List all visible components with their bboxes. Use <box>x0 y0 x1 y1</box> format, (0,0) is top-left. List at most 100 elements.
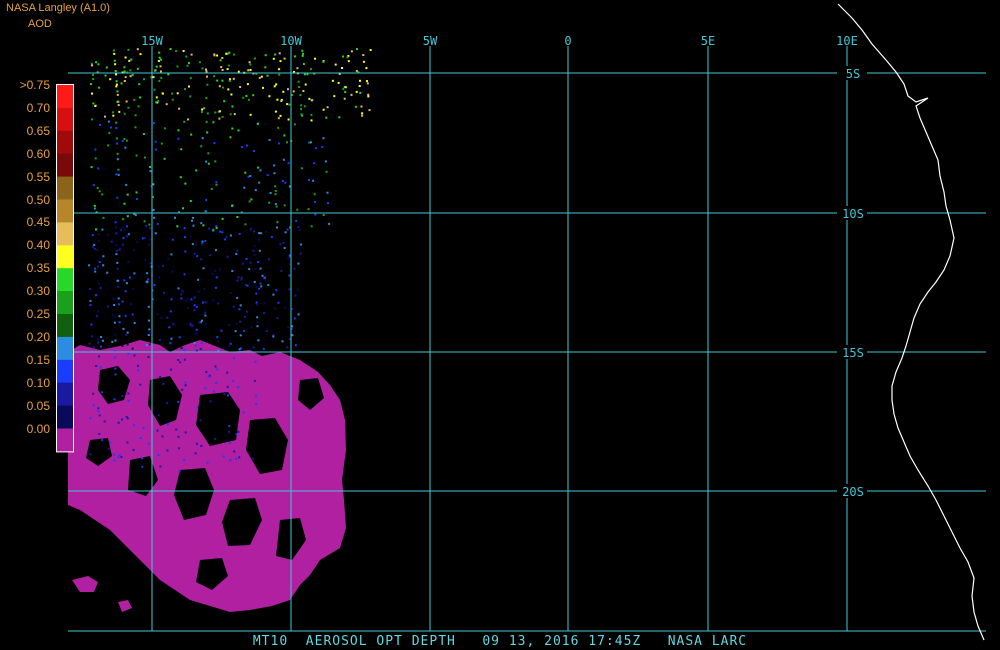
aod-pixel <box>190 133 193 136</box>
aod-pixel <box>121 139 124 142</box>
aod-pixel <box>159 376 161 378</box>
aod-pixel <box>264 54 267 57</box>
aod-pixel <box>170 337 173 340</box>
aod-pixel <box>91 92 93 95</box>
aod-pixel <box>215 183 218 186</box>
aod-pixel <box>287 162 290 165</box>
aod-pixel <box>127 233 130 236</box>
aod-pixel <box>116 196 119 199</box>
aod-pixel <box>288 103 291 106</box>
aod-pixel <box>163 127 166 130</box>
aod-pixel <box>126 225 128 228</box>
aod-pixel <box>248 200 251 203</box>
aod-pixel <box>113 315 116 318</box>
aod-pixel <box>180 293 183 296</box>
aod-pixel <box>197 278 200 281</box>
aod-pixel <box>139 383 142 386</box>
aod-pixel <box>216 336 219 339</box>
aod-pixel <box>218 117 221 120</box>
aod-pixel <box>126 215 129 218</box>
aod-pixel <box>226 371 229 374</box>
aod-pixel <box>216 54 219 57</box>
aod-pixel <box>157 414 160 417</box>
aod-pixel <box>124 56 127 59</box>
aod-pixel <box>246 144 248 147</box>
aod-pixel <box>204 314 207 317</box>
aod-pixel <box>283 247 286 249</box>
aod-pixel <box>310 99 313 102</box>
aod-pixel <box>254 360 257 363</box>
aod-pixel <box>195 243 198 246</box>
aod-pixel <box>191 219 193 222</box>
aod-pixel <box>369 49 372 51</box>
aod-pixel <box>123 138 126 140</box>
aod-pixel <box>229 136 232 139</box>
aod-pixel <box>116 90 119 93</box>
aod-pixel <box>107 234 110 237</box>
aod-pixel <box>183 120 186 123</box>
aod-pixel <box>240 276 243 279</box>
aod-pixel <box>106 271 109 274</box>
aod-pixel <box>147 334 150 336</box>
aod-pixel <box>126 235 129 238</box>
aod-pixel <box>122 237 125 239</box>
aod-pixel <box>266 174 269 177</box>
aod-pixel <box>115 173 118 176</box>
aod-pixel <box>114 63 117 66</box>
aod-pixel <box>158 276 161 279</box>
aod-pixel <box>178 447 180 450</box>
aod-pixel <box>204 323 207 325</box>
aod-pixel <box>109 78 112 81</box>
legend-swatch <box>57 222 73 246</box>
aod-pixel <box>308 179 310 181</box>
aod-pixel <box>298 228 301 231</box>
aod-pixel <box>117 303 120 306</box>
aod-pixel <box>240 278 243 281</box>
aod-pixel <box>143 237 146 239</box>
aod-pixel <box>133 424 136 427</box>
aod-pixel <box>89 453 92 456</box>
aod-pixel <box>244 171 247 174</box>
aod-pixel <box>226 68 229 71</box>
aod-pixel <box>118 110 121 113</box>
aod-pixel <box>159 70 162 73</box>
aod-pixel <box>88 342 91 345</box>
aod-pixel <box>224 238 227 241</box>
aod-pixel <box>360 105 363 108</box>
aod-pixel <box>219 268 221 271</box>
aod-pixel <box>252 230 255 233</box>
legend-label: 0.65 <box>26 123 50 138</box>
aod-pixel <box>327 202 329 205</box>
aod-pixel <box>227 394 229 397</box>
aod-color-legend <box>56 84 74 453</box>
aod-pixel <box>221 217 224 220</box>
aod-pixel <box>205 97 208 99</box>
legend-label: 0.45 <box>26 215 50 230</box>
aod-pixel <box>249 69 252 71</box>
aod-pixel <box>215 225 218 228</box>
aod-pixel <box>205 121 208 123</box>
aod-pixel <box>107 144 110 147</box>
legend-label: 0.55 <box>26 169 50 184</box>
aod-pixel <box>226 385 229 388</box>
aod-pixel <box>169 342 172 345</box>
aod-pixel <box>220 329 223 332</box>
aod-pixel <box>278 68 281 71</box>
aod-pixel <box>114 333 117 336</box>
aod-pixel <box>117 104 120 107</box>
aod-pixel <box>206 75 208 78</box>
aod-pixel <box>177 400 180 403</box>
aod-pixel <box>294 294 297 297</box>
aod-pixel <box>261 274 264 277</box>
aod-pixel <box>298 86 301 88</box>
aod-pixel <box>135 198 138 201</box>
aod-pixel <box>171 98 174 101</box>
aod-pixel <box>115 232 118 235</box>
aod-pixel <box>126 331 129 334</box>
aod-pixel <box>192 216 195 219</box>
legend-label: 0.60 <box>26 146 50 161</box>
aod-pixel <box>300 167 303 170</box>
aod-pixel <box>116 142 119 145</box>
aod-pixel <box>148 243 150 246</box>
aod-pixel <box>178 107 181 110</box>
